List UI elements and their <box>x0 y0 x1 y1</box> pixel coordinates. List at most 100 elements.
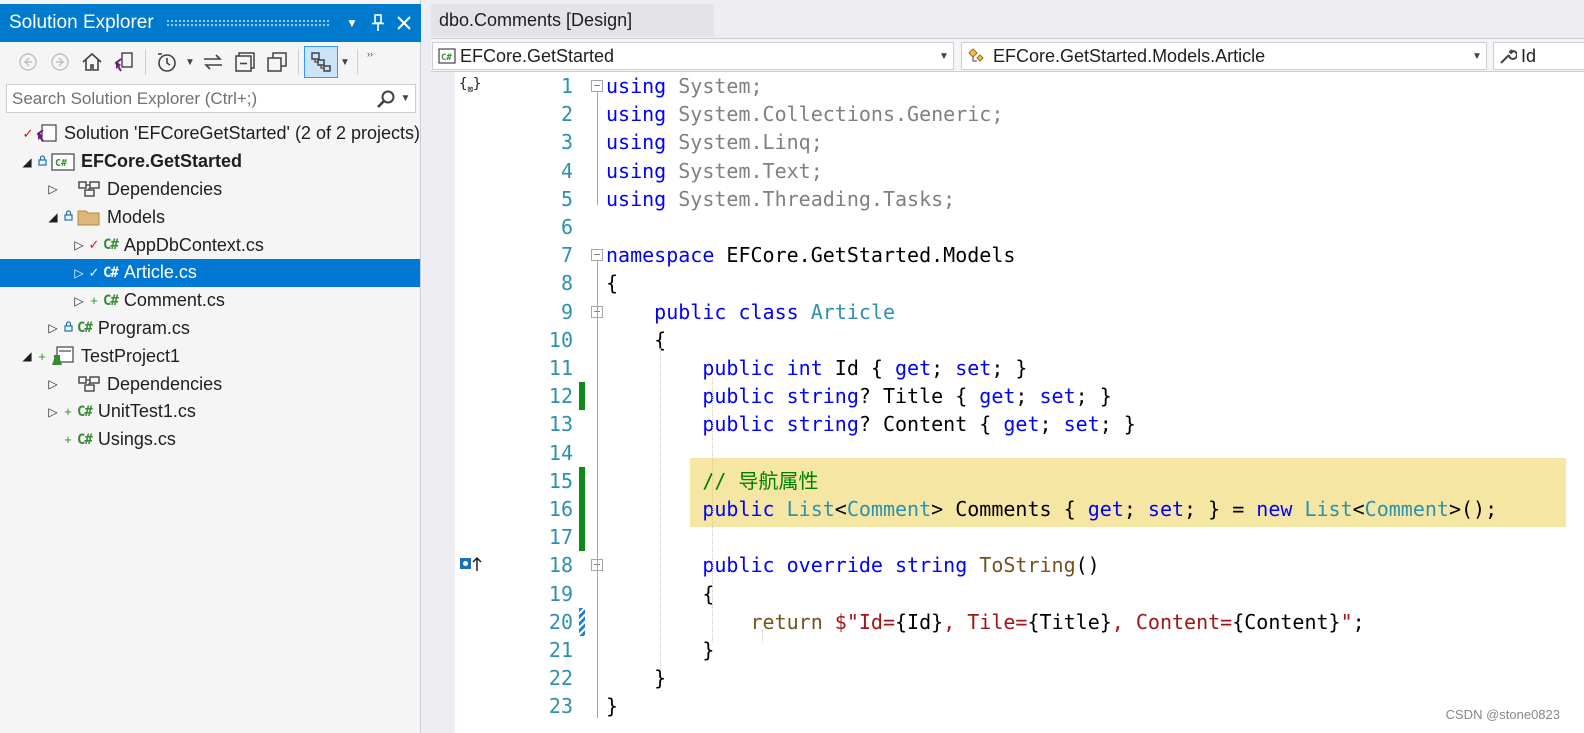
sync-icon[interactable] <box>197 46 229 78</box>
line-number: 1 <box>560 74 573 98</box>
close-icon[interactable] <box>391 8 417 38</box>
code-line[interactable]: 21 } <box>455 636 1584 664</box>
override-icon[interactable] <box>459 555 485 577</box>
collapse-region-icon[interactable]: − <box>591 249 603 262</box>
line-number: 5 <box>560 186 573 211</box>
code-line[interactable]: 5 using System.Threading.Tasks; <box>455 185 1584 213</box>
code-line[interactable]: 22 } <box>455 664 1584 692</box>
expanded-arrow-icon[interactable]: ◢ <box>45 210 61 224</box>
tree-item[interactable]: ▷ Dependencies <box>0 370 420 398</box>
tree-item[interactable]: ▷ + C# UnitTest1.cs <box>0 398 420 426</box>
collapsed-arrow-icon[interactable]: ▷ <box>45 321 61 335</box>
collapse-icon[interactable] <box>229 46 261 78</box>
scope-icon[interactable]: {⊠} <box>459 76 481 95</box>
tree-item[interactable]: ◢ Models <box>0 203 420 231</box>
tree-item-label: TestProject1 <box>81 345 181 366</box>
copy-icon[interactable] <box>261 46 293 78</box>
indent-guide <box>712 376 713 642</box>
code-line[interactable]: 17 <box>455 523 1584 552</box>
vs-switch-icon[interactable] <box>108 46 140 78</box>
solution-explorer-toolbar: ▼ ▼ ›› <box>0 42 421 82</box>
tab-title: dbo.Comments [Design] <box>439 10 633 30</box>
code-line[interactable]: 18− public override string ToString() <box>455 551 1584 579</box>
line-number: 20 <box>548 609 573 634</box>
line-number: 23 <box>548 694 573 719</box>
tree-item[interactable]: ▷ + C# Comment.cs <box>0 287 420 315</box>
show-all-files-icon[interactable] <box>304 46 338 78</box>
search-input[interactable] <box>7 85 371 112</box>
history-icon[interactable] <box>151 46 183 78</box>
dependencies-icon <box>77 375 101 393</box>
tree-item[interactable]: ▷ ✓ C# AppDbContext.cs <box>0 231 420 259</box>
code-line[interactable]: 1 − using System; <box>455 72 1584 100</box>
line-number: 17 <box>548 525 573 550</box>
tree-item[interactable]: ◢ C# EFCore.GetStarted <box>0 148 420 176</box>
tree-item[interactable]: ▷ Dependencies <box>0 176 420 204</box>
line-number: 22 <box>548 666 573 691</box>
code-line[interactable]: 23} <box>455 692 1584 720</box>
line-number: 13 <box>548 412 573 437</box>
code-text: public string? Title { get; set; } <box>702 384 1112 409</box>
code-line[interactable]: 20 return $"Id={Id}, Tile={Title}, Conte… <box>455 607 1584 636</box>
chevron-down-icon[interactable]: ▼ <box>183 57 197 68</box>
pending-add-icon: + <box>64 432 72 448</box>
collapsed-arrow-icon[interactable]: ▷ <box>71 266 87 280</box>
tree-item[interactable]: ▷ C# Program.cs <box>0 315 420 343</box>
lock-icon <box>35 155 49 169</box>
project-dropdown[interactable]: C# EFCore.GetStarted ▼ <box>432 42 954 70</box>
code-line[interactable]: 7 − namespace EFCore.GetStarted.Models <box>455 241 1584 269</box>
tree-item[interactable]: ◢ + TestProject1 <box>0 342 420 370</box>
line-number: 11 <box>548 356 573 380</box>
code-line[interactable]: 15 // 导航属性 <box>455 466 1584 495</box>
saved-change-marker <box>579 523 585 552</box>
forward-icon[interactable] <box>44 46 76 78</box>
code-line[interactable]: 8{ <box>455 269 1584 297</box>
collapsed-arrow-icon[interactable]: ▷ <box>45 405 61 419</box>
solution-icon <box>36 124 58 144</box>
expanded-arrow-icon[interactable]: ◢ <box>19 349 35 363</box>
document-tab[interactable]: dbo.Comments [Design] <box>431 4 714 37</box>
chevron-down-icon[interactable]: ▼ <box>401 93 411 104</box>
wrench-icon <box>1499 47 1517 65</box>
project-name: EFCore.GetStarted <box>460 45 615 66</box>
tree-item[interactable]: ▷ ✓ C# Article.cs <box>0 258 420 287</box>
code-line[interactable]: 2 using System.Collections.Generic; <box>455 100 1584 128</box>
tree-item[interactable]: ✓ Solution 'EFCoreGetStarted' (2 of 2 pro… <box>0 120 420 148</box>
collapsed-arrow-icon[interactable]: ▷ <box>71 238 87 252</box>
line-number: 19 <box>548 581 573 606</box>
collapse-region-icon[interactable]: − <box>591 80 603 92</box>
code-line[interactable]: 11 public int Id { get; set; } <box>455 354 1584 382</box>
code-line[interactable]: 10 { <box>455 326 1584 354</box>
code-line[interactable]: 6 <box>455 213 1584 241</box>
csharp-file-icon: C# <box>77 431 93 448</box>
back-icon[interactable] <box>12 46 44 78</box>
member-dropdown[interactable]: Id <box>1493 42 1584 70</box>
code-line[interactable]: 13 public string? Content { get; set; } <box>455 410 1584 438</box>
code-text: { <box>606 271 619 296</box>
code-line[interactable]: 12 public string? Title { get; set; } <box>455 382 1584 411</box>
tree-item-label: Solution 'EFCoreGetStarted' (2 of 2 proj… <box>63 123 420 144</box>
code-line[interactable]: 4 using System.Text; <box>455 157 1584 185</box>
drag-grip[interactable] <box>165 18 331 28</box>
collapsed-arrow-icon[interactable]: ▷ <box>45 182 61 196</box>
collapsed-arrow-icon[interactable]: ▷ <box>45 377 61 391</box>
home-icon[interactable] <box>76 46 108 78</box>
code-line[interactable]: 19 { <box>455 580 1584 608</box>
search-icon[interactable]: ▼ <box>371 89 415 109</box>
code-area[interactable]: 1− using System; 2 using System.Collections… <box>455 72 1584 733</box>
solution-explorer-title-bar: Solution Explorer ▼ <box>0 4 421 42</box>
code-line[interactable]: 9− public class Article <box>455 298 1584 326</box>
type-dropdown[interactable]: EFCore.GetStarted.Models.Article ▼ <box>961 42 1487 70</box>
code-line[interactable]: 3 using System.Linq; <box>455 128 1584 156</box>
code-line[interactable]: 16 public List<Comment> Comments { get; … <box>455 495 1584 524</box>
chevron-down-icon[interactable]: ▼ <box>338 57 352 68</box>
pin-icon[interactable] <box>365 8 391 38</box>
expanded-arrow-icon[interactable]: ◢ <box>19 155 35 169</box>
code-line[interactable]: 14 <box>455 439 1584 467</box>
window-position-icon[interactable]: ▼ <box>339 8 365 38</box>
collapsed-arrow-icon[interactable]: ▷ <box>71 294 87 308</box>
code-text: using System.Text; <box>606 158 823 183</box>
tree-item[interactable]: + C# Usings.cs <box>0 426 420 454</box>
saved-change-marker <box>579 466 585 495</box>
overflow-icon[interactable]: ›› <box>363 49 377 59</box>
